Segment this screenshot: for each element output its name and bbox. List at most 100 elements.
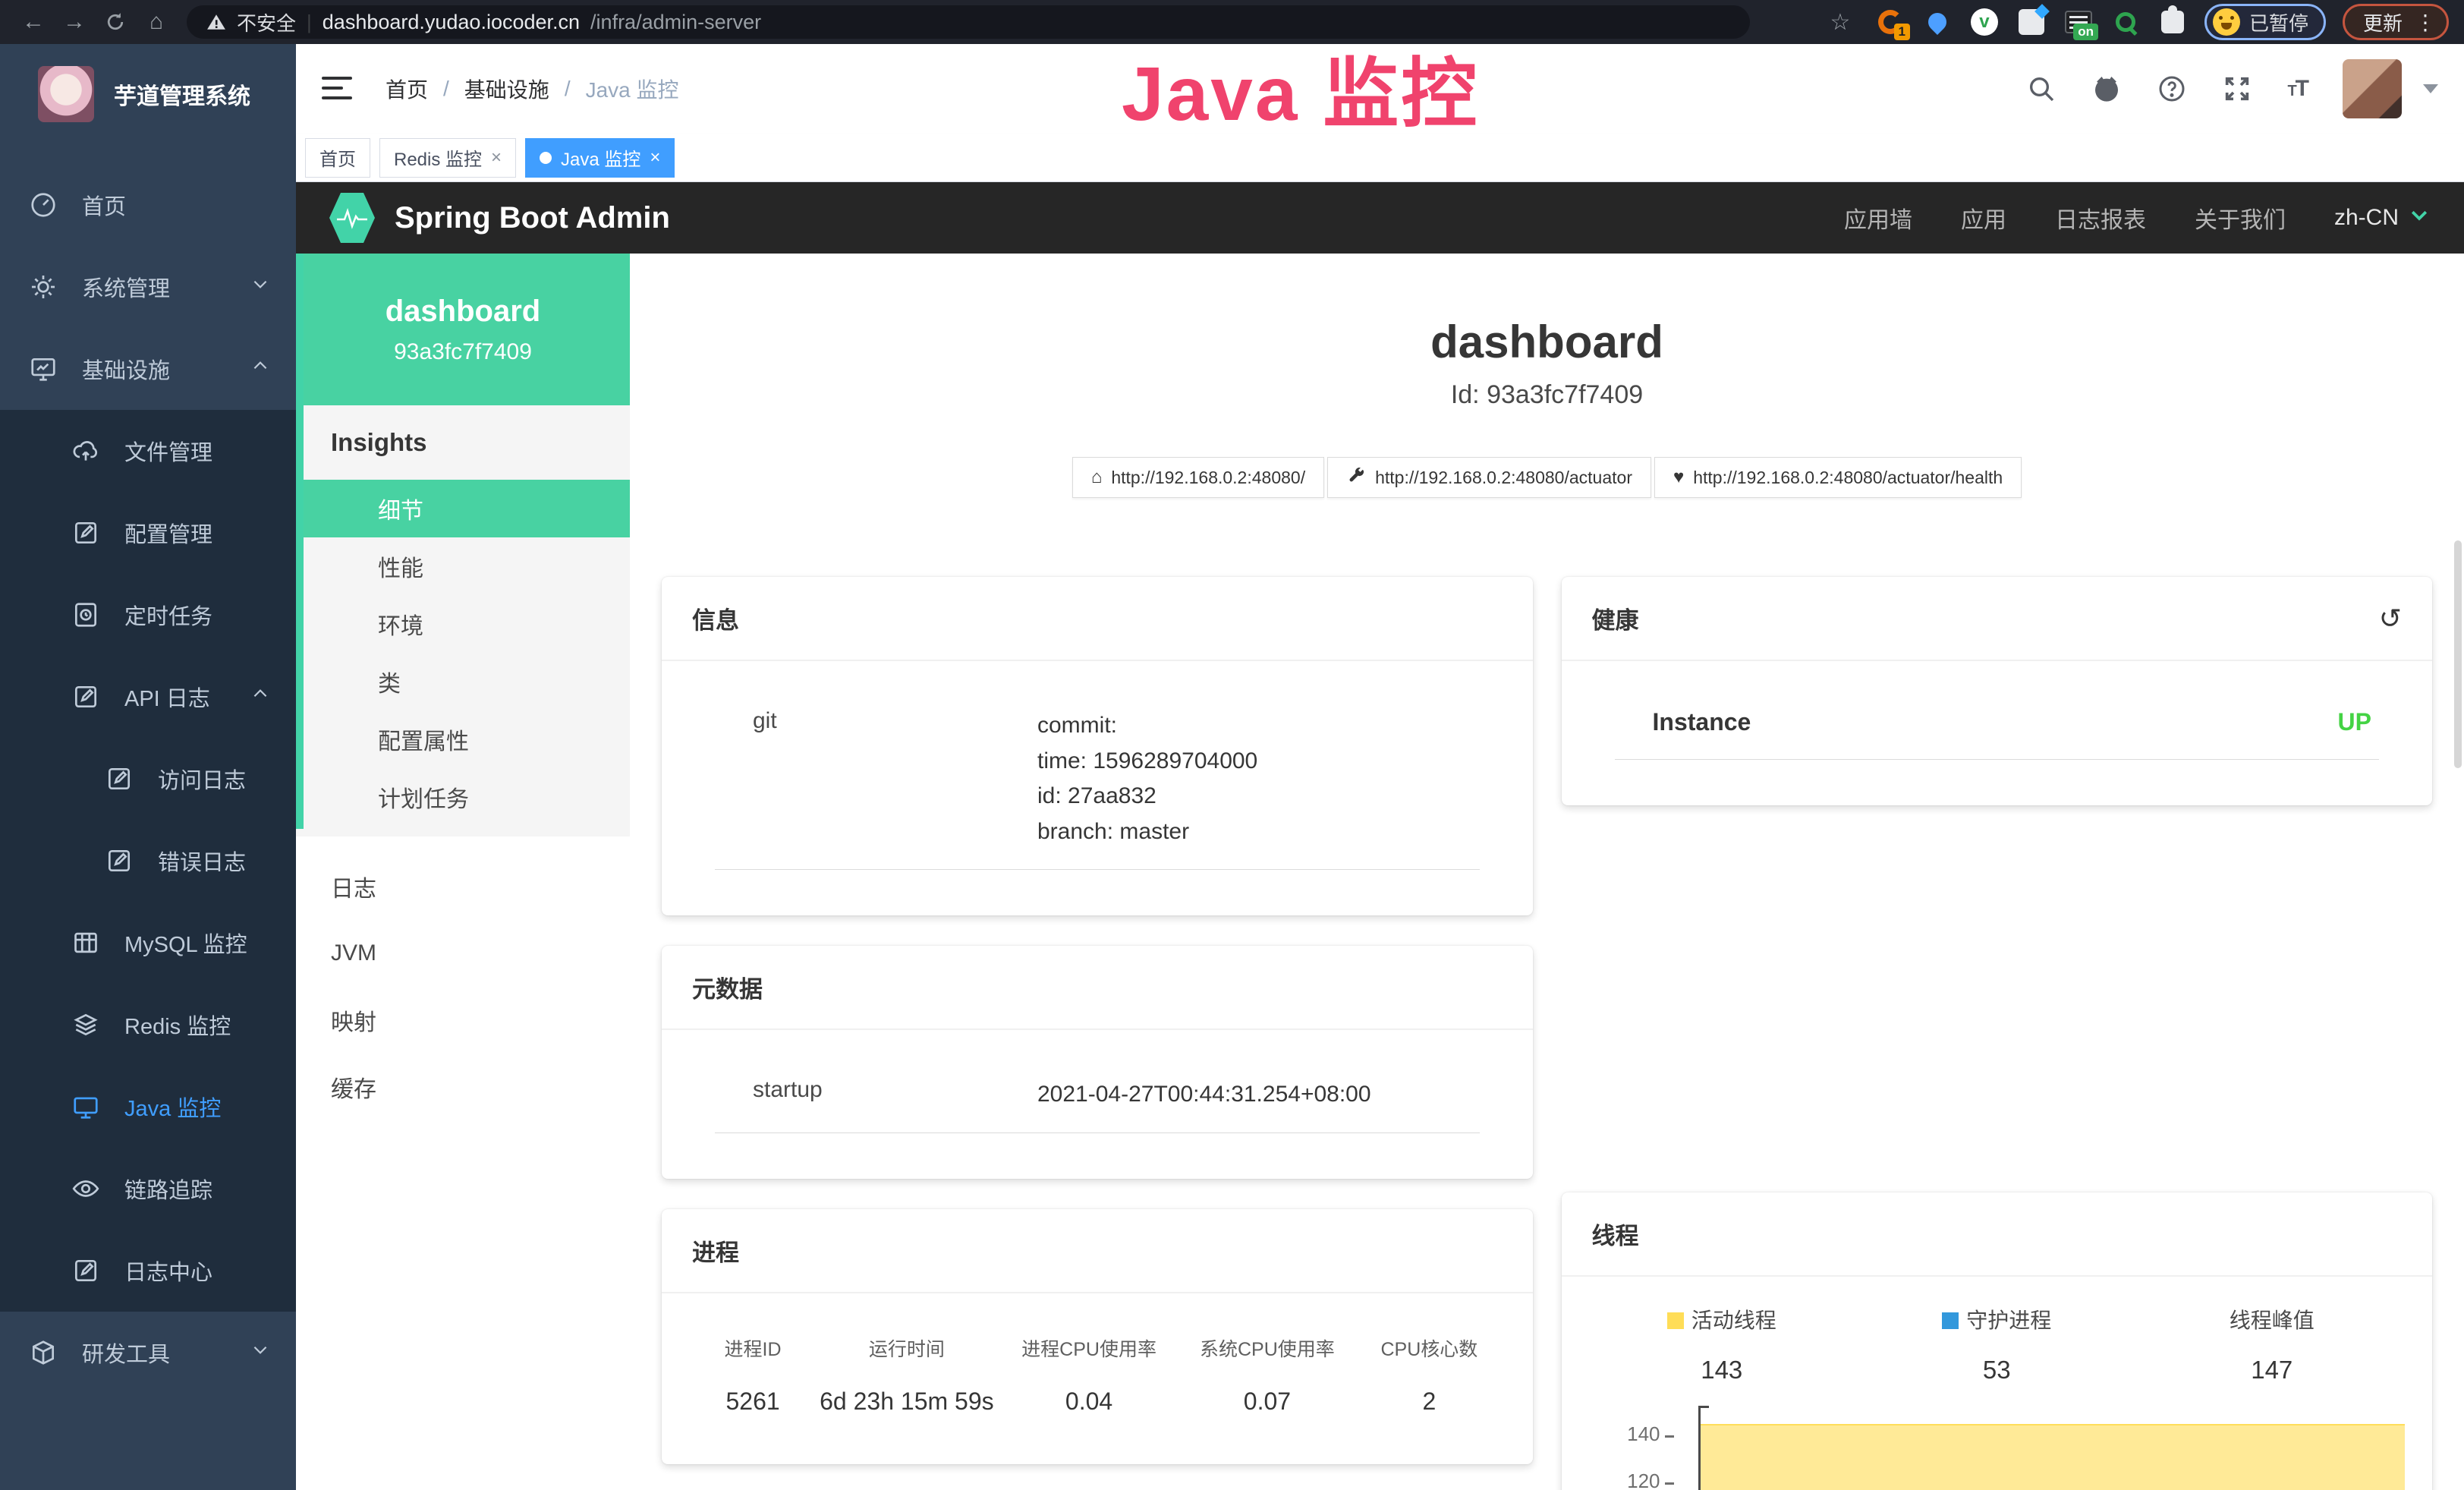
- card-title: 线程: [1592, 1217, 1639, 1251]
- app-logo-row: 芋道管理系统: [0, 44, 296, 144]
- sba-brand[interactable]: Spring Boot Admin: [395, 201, 670, 235]
- threads-area-chart: 140 120 100: [1584, 1418, 2410, 1490]
- header-actions: TT: [2026, 59, 2438, 118]
- sidebar-item-config[interactable]: 配置管理: [0, 492, 296, 574]
- sba-item-mappings[interactable]: 映射: [296, 987, 630, 1054]
- search-icon[interactable]: [2026, 74, 2056, 104]
- sidebar-item-jobs[interactable]: 定时任务: [0, 574, 296, 656]
- layers-icon: [71, 1010, 100, 1039]
- sba-item-logs[interactable]: 日志: [296, 853, 630, 920]
- sba-nav-applications[interactable]: 应用: [1961, 201, 2006, 235]
- grid-extension-icon[interactable]: [2016, 7, 2047, 37]
- sidebar-item-error-log[interactable]: 错误日志: [0, 820, 296, 902]
- sba-nav-journal[interactable]: 日志报表: [2055, 201, 2146, 235]
- health-card: 健康 ↺ Instance UP: [1562, 577, 2433, 805]
- puzzle-extensions-icon[interactable]: [2157, 7, 2188, 37]
- peak-threads-value: 147: [2135, 1356, 2410, 1384]
- sidebar-menu: 首页 系统管理 基础设施 文件管理 配置管理: [0, 164, 296, 1394]
- sidebar-item-log-center[interactable]: 日志中心: [0, 1230, 296, 1312]
- extension-icon[interactable]: 1: [1875, 7, 1905, 37]
- browser-profile-chip[interactable]: 已暂停: [2204, 4, 2326, 40]
- y-tick: 140: [1584, 1422, 1674, 1446]
- user-avatar[interactable]: [2343, 59, 2402, 118]
- actuator-url-chip[interactable]: http://192.168.0.2:48080/actuator: [1327, 457, 1651, 498]
- tab-java-monitor[interactable]: Java 监控 ×: [525, 138, 675, 178]
- sidebar-item-redis[interactable]: Redis 监控: [0, 984, 296, 1066]
- close-icon[interactable]: ×: [491, 147, 502, 169]
- sba-item-jvm[interactable]: JVM: [296, 920, 630, 987]
- sidebar-item-api-log[interactable]: API 日志: [0, 656, 296, 738]
- sidebar-submenu-infra: 文件管理 配置管理 定时任务 API 日志 访问日志: [0, 410, 296, 1312]
- back-icon[interactable]: ←: [15, 4, 52, 40]
- github-icon[interactable]: [2091, 74, 2122, 104]
- sidebar-item-system[interactable]: 系统管理: [0, 246, 296, 328]
- app-sidebar: 芋道管理系统 首页 系统管理 基础设施 文件管理: [0, 44, 296, 1490]
- sidebar-item-home[interactable]: 首页: [0, 164, 296, 246]
- sidebar-item-dev-tools[interactable]: 研发工具: [0, 1312, 296, 1394]
- sba-item-classes[interactable]: 类: [296, 653, 630, 710]
- sba-language-select[interactable]: zh-CN: [2334, 203, 2431, 232]
- sba-item-metrics[interactable]: 性能: [296, 537, 630, 595]
- sba-item-environment[interactable]: 环境: [296, 595, 630, 653]
- sidebar-item-access-log[interactable]: 访问日志: [0, 738, 296, 820]
- sba-group-label: Insights: [296, 405, 630, 480]
- font-size-icon[interactable]: TT: [2287, 76, 2308, 102]
- threads-legend: 活动线程 守护进程 线程峰值: [1584, 1304, 2410, 1334]
- sidebar-item-mysql[interactable]: MySQL 监控: [0, 902, 296, 984]
- sba-item-caches[interactable]: 缓存: [296, 1054, 630, 1120]
- schedule-icon: [71, 600, 100, 629]
- sidebar-item-files[interactable]: 文件管理: [0, 410, 296, 492]
- breadcrumb-infra[interactable]: 基础设施: [464, 74, 549, 104]
- help-icon[interactable]: [2157, 74, 2187, 104]
- sba-item-details[interactable]: 细节: [296, 480, 630, 537]
- process-values: 5261 6d 23h 15m 59s 0.04 0.07 2: [692, 1388, 1503, 1416]
- forward-icon[interactable]: →: [56, 4, 93, 40]
- collapse-sidebar-icon[interactable]: [322, 77, 352, 101]
- chevron-up-icon: [250, 684, 270, 710]
- address-bar[interactable]: 不安全 | dashboard.yudao.iocoder.cn/infra/a…: [187, 5, 1750, 39]
- sba-instance-header[interactable]: dashboard 93a3fc7f7409: [296, 254, 630, 405]
- reload-icon[interactable]: [97, 4, 134, 40]
- history-icon[interactable]: ↺: [2379, 603, 2402, 635]
- annotation-java-monitor: Java 监控: [1122, 32, 1479, 142]
- sba-nav-about[interactable]: 关于我们: [2195, 201, 2286, 235]
- active-dot: [540, 152, 552, 164]
- avatar-caret-icon[interactable]: [2423, 84, 2438, 93]
- home-icon[interactable]: ⌂: [138, 4, 175, 40]
- sba-insights-group: Insights 细节 性能 环境 类 配置属性 计划任务: [296, 405, 630, 836]
- search-extension-icon[interactable]: [2110, 7, 2141, 37]
- tab-home[interactable]: 首页: [305, 138, 370, 178]
- bookmark-star-icon[interactable]: ☆: [1822, 4, 1858, 40]
- sba-main: dashboard Id: 93a3fc7f7409 ⌂ http://192.…: [630, 254, 2464, 1490]
- sba-logo[interactable]: [329, 193, 375, 243]
- fullscreen-icon[interactable]: [2222, 74, 2252, 104]
- legend-swatch-live: [1667, 1312, 1684, 1329]
- sba-item-config-props[interactable]: 配置属性: [296, 710, 630, 768]
- browser-menu-icon[interactable]: ⋮: [2415, 10, 2436, 35]
- sidebar-item-infra[interactable]: 基础设施: [0, 328, 296, 410]
- sidebar-item-java-monitor[interactable]: Java 监控: [0, 1066, 296, 1148]
- list-extension-icon[interactable]: on: [2063, 7, 2094, 37]
- tab-redis-monitor[interactable]: Redis 监控 ×: [379, 138, 516, 178]
- close-icon[interactable]: ×: [650, 147, 660, 169]
- app-logo: [38, 66, 94, 122]
- card-title: 信息: [692, 601, 739, 635]
- profile-avatar: [2213, 8, 2240, 36]
- breadcrumb-home[interactable]: 首页: [385, 74, 428, 104]
- health-url-chip[interactable]: ♥ http://192.168.0.2:48080/actuator/heal…: [1654, 457, 2022, 498]
- status-badge: UP: [2338, 708, 2371, 736]
- sidebar-item-tracing[interactable]: 链路追踪: [0, 1148, 296, 1230]
- sba-nav-wallboard[interactable]: 应用墙: [1844, 201, 1912, 235]
- live-threads-value: 143: [1584, 1356, 1860, 1384]
- chrome-update-button[interactable]: 更新 ⋮: [2343, 4, 2449, 40]
- cloud-upload-icon: [71, 436, 100, 465]
- eye-icon: [71, 1174, 100, 1203]
- service-url-chip[interactable]: ⌂ http://192.168.0.2:48080/: [1072, 457, 1324, 498]
- scrollbar-thumb[interactable]: [2454, 540, 2462, 768]
- pin-extension-icon[interactable]: [1922, 7, 1953, 37]
- v-extension-icon[interactable]: v: [1969, 7, 2000, 37]
- url-path: /infra/admin-server: [590, 11, 761, 34]
- sba-item-scheduled-tasks[interactable]: 计划任务: [296, 768, 630, 826]
- instance-id: 93a3fc7f7409: [394, 339, 532, 365]
- cpu-cores: 2: [1356, 1388, 1502, 1416]
